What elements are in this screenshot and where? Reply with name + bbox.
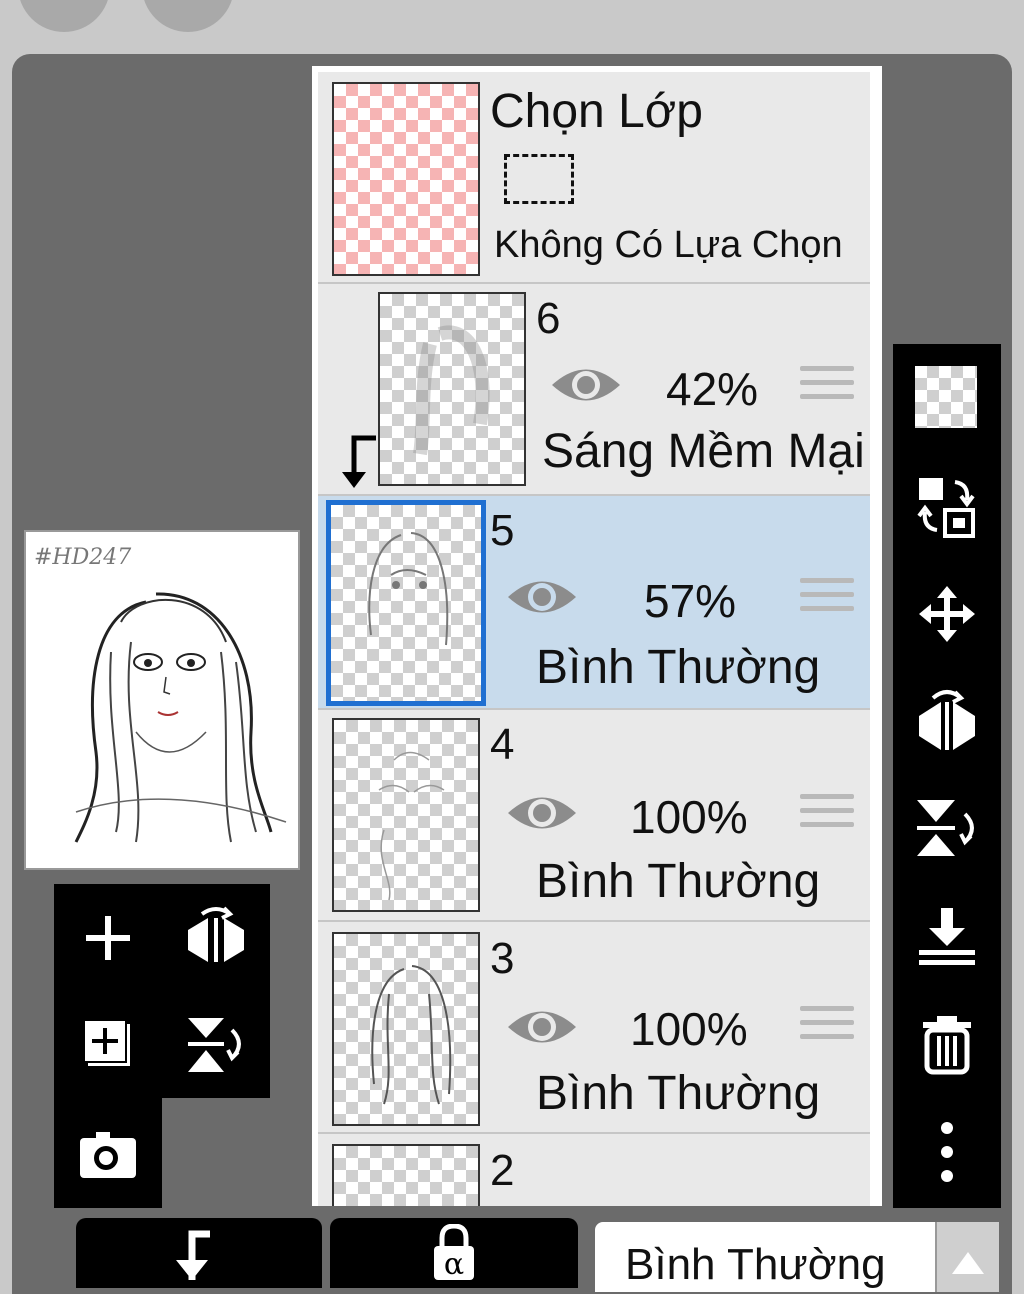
layer-3-opacity: 100% (630, 1003, 748, 1055)
svg-text:α: α (444, 1247, 464, 1282)
alpha-lock-button[interactable]: α (330, 1218, 578, 1288)
layer-4-blend-mode: Bình Thường (536, 855, 821, 908)
top-button-right[interactable] (142, 0, 234, 32)
undo-button[interactable] (76, 1218, 322, 1288)
preview-watermark: #HD247 (34, 545, 131, 570)
layer-row-6[interactable]: 6 42% Sáng Mềm Mại (318, 284, 870, 496)
layer-6-thumbnail (378, 292, 526, 486)
layer-2-thumbnail (332, 1144, 480, 1206)
alpha-lock-icon: α (434, 1224, 474, 1282)
layer-row-4[interactable]: 4 100% Bình Thường (318, 710, 870, 922)
camera-icon[interactable] (78, 1124, 138, 1184)
trash-icon[interactable] (915, 1012, 979, 1076)
transparency-icon[interactable] (915, 366, 977, 428)
top-button-left[interactable] (18, 0, 110, 32)
canvas-preview[interactable]: #HD247 (24, 530, 300, 870)
chevron-up-icon (952, 1252, 984, 1274)
layer-4-visibility-eye-icon[interactable] (504, 790, 580, 836)
blend-mode-value: Bình Thường (625, 1240, 886, 1289)
layer-3-blend-mode: Bình Thường (536, 1067, 821, 1120)
blend-mode-select[interactable]: Bình Thường (595, 1222, 999, 1292)
layer-2-number: 2 (490, 1146, 515, 1195)
layer-3-number: 3 (490, 934, 515, 983)
layer-5-number: 5 (490, 506, 515, 555)
layer-5-drag-handle[interactable] (800, 578, 854, 622)
layer-row-2[interactable]: 2 (318, 1134, 870, 1206)
swap-layers-icon[interactable] (915, 474, 979, 538)
clip-arrow-icon (336, 434, 380, 494)
left-toolbar-camera (54, 1098, 162, 1208)
flip-vertical-icon[interactable] (186, 1014, 246, 1074)
flip-horizontal-icon[interactable] (186, 906, 246, 966)
layer-3-thumbnail (332, 932, 480, 1126)
layer-5-thumbnail (326, 500, 486, 706)
layer-4-thumbnail (332, 718, 480, 912)
layer-3-drag-handle[interactable] (800, 1006, 854, 1050)
move-icon[interactable] (915, 582, 979, 646)
layer-4-drag-handle[interactable] (800, 794, 854, 838)
selection-status: Không Có Lựa Chọn (494, 224, 843, 266)
layer-6-opacity: 42% (666, 363, 759, 415)
layer-4-number: 4 (490, 720, 515, 769)
layer-6-number: 6 (536, 294, 561, 343)
more-icon[interactable] (915, 1120, 979, 1184)
right-toolbar (893, 344, 1001, 1208)
layer-5-visibility-eye-icon[interactable] (504, 574, 580, 620)
selection-layer-thumbnail (332, 82, 480, 276)
selection-layer-row[interactable]: Chọn Lớp Không Có Lựa Chọn (318, 72, 870, 284)
layer-6-visibility-eye-icon[interactable] (548, 362, 624, 408)
merge-down-icon[interactable] (915, 904, 979, 968)
selection-layer-title: Chọn Lớp (490, 85, 703, 138)
layer-6-drag-handle[interactable] (800, 366, 854, 410)
add-layer-copy-icon[interactable] (78, 1014, 138, 1074)
layer-6-blend-mode: Sáng Mềm Mại (542, 425, 865, 478)
flip-horizontal-icon[interactable] (915, 688, 979, 752)
layer-list[interactable]: Chọn Lớp Không Có Lựa Chọn 6 42% Sáng Mề… (312, 66, 882, 1206)
selection-marquee-icon (504, 154, 574, 204)
add-layer-icon[interactable] (78, 908, 138, 968)
layer-row-5[interactable]: 5 57% Bình Thường (318, 496, 870, 710)
undo-arrow-icon (176, 1230, 210, 1280)
left-toolbar (54, 884, 270, 1098)
flip-vertical-icon[interactable] (915, 796, 979, 860)
layer-5-blend-mode: Bình Thường (536, 641, 821, 694)
layer-3-visibility-eye-icon[interactable] (504, 1004, 580, 1050)
layer-row-3[interactable]: 3 100% Bình Thường (318, 922, 870, 1134)
layer-5-opacity: 57% (644, 575, 737, 627)
layer-4-opacity: 100% (630, 791, 748, 843)
blend-mode-chevron-button[interactable] (935, 1222, 999, 1292)
sketch-preview-image: #HD247 (34, 545, 287, 843)
